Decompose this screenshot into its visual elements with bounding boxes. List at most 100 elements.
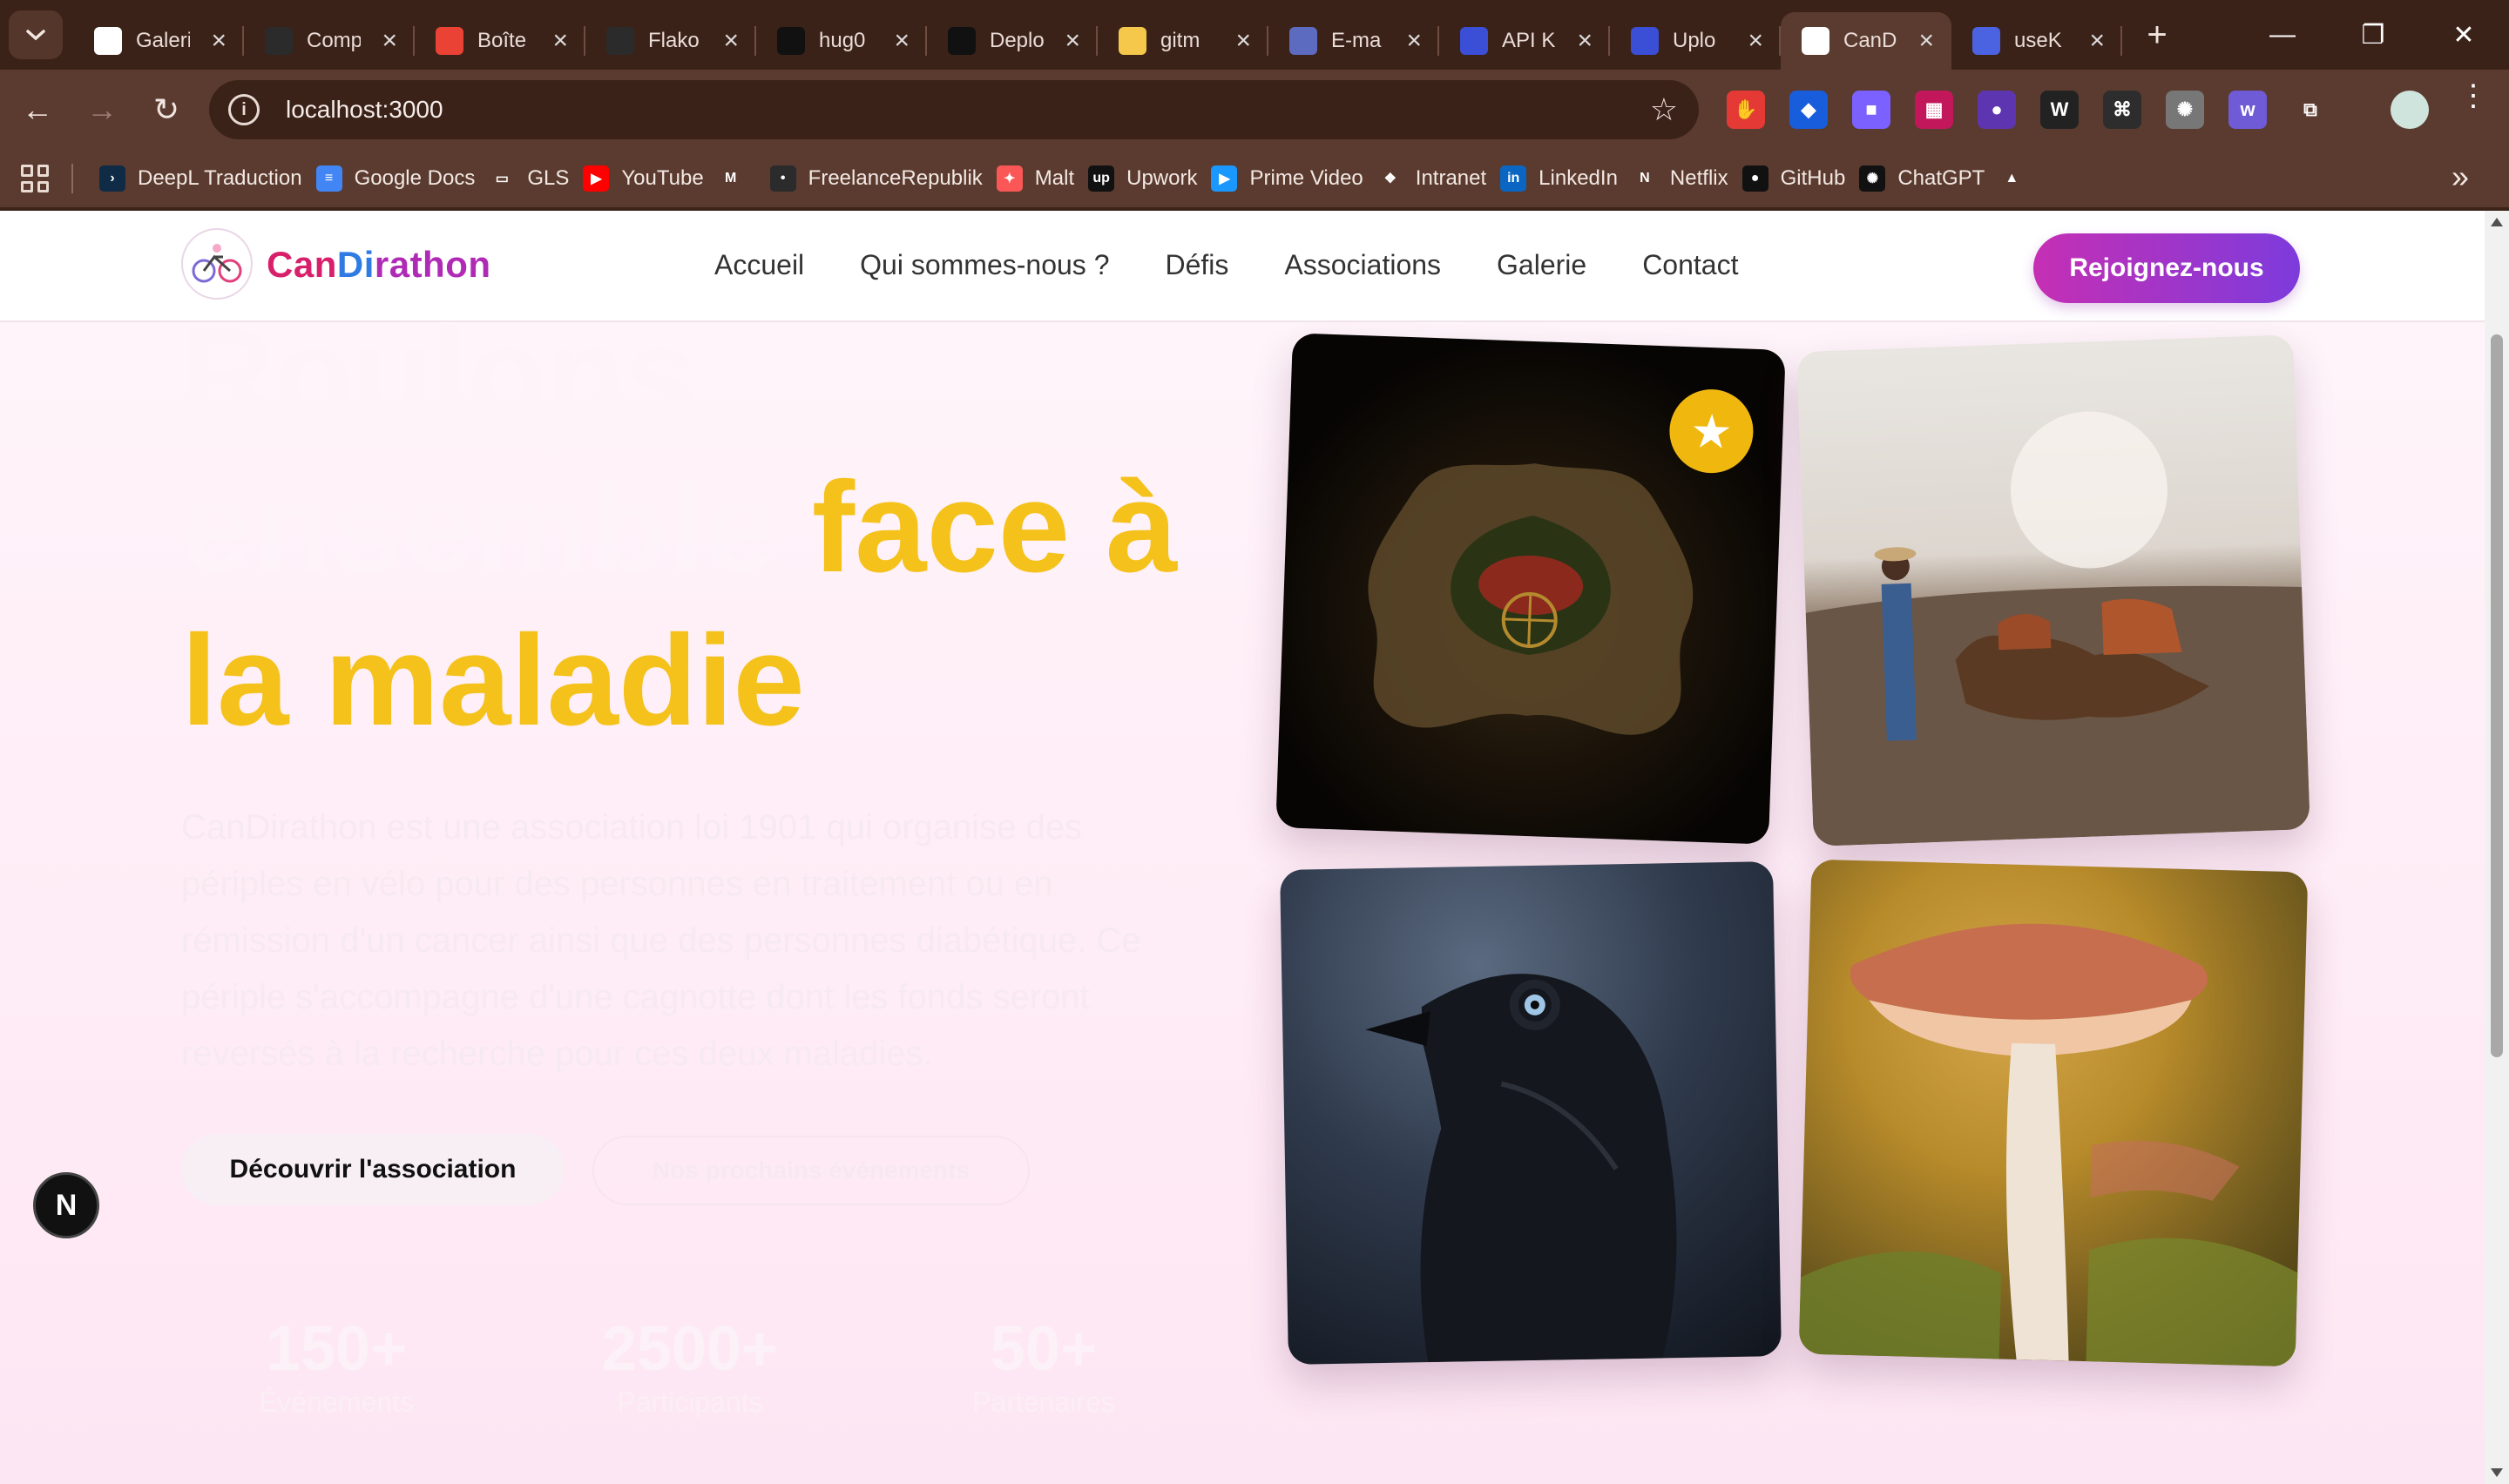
bookmark-primevideo[interactable]: ▶ Prime Video [1211, 165, 1363, 192]
address-bar[interactable]: i localhost:3000 ☆ [209, 80, 1699, 139]
tab-active[interactable]: CanD × [1781, 12, 1951, 70]
gradient-ext-icon[interactable]: ■ [1852, 91, 1890, 129]
brand-name[interactable]: CanDirathon [267, 244, 491, 286]
close-tab-icon[interactable]: × [1577, 28, 1593, 54]
nav-link[interactable]: Associations [1284, 249, 1441, 281]
tab[interactable]: Uplo × [1610, 12, 1781, 70]
candirathon-logo[interactable] [181, 228, 253, 300]
nav-link[interactable]: Contact [1642, 249, 1738, 281]
candirathon-logo [94, 27, 122, 55]
more-bookmarks-icon[interactable]: » [2452, 159, 2469, 195]
bookmark-intranet[interactable]: ❖ Intranet [1377, 165, 1487, 192]
tab[interactable]: Boîte × [415, 12, 585, 70]
url-text[interactable]: localhost:3000 [286, 96, 443, 124]
bookmarks-divider [71, 164, 73, 193]
back-button[interactable]: ← [10, 83, 64, 137]
tab[interactable]: Deplo × [927, 12, 1098, 70]
join-button[interactable]: Rejoignez-nous [2033, 233, 2300, 303]
tab[interactable]: hug0 × [756, 12, 927, 70]
nav-link[interactable]: Galerie [1497, 249, 1586, 281]
bookmark-docs[interactable]: ≡ Google Docs [315, 165, 475, 192]
abstract-symmetric-image[interactable]: ★ [1275, 333, 1786, 845]
close-tab-icon[interactable]: × [894, 28, 910, 54]
notifications-icon[interactable]: ● [1978, 91, 2016, 129]
bookmark-folder[interactable]: ▭ GLS [489, 165, 570, 192]
upwork-icon: up [1088, 165, 1115, 192]
tab-search-button[interactable] [9, 10, 63, 59]
nav-link[interactable]: Défis [1165, 249, 1228, 281]
close-tab-icon[interactable]: × [723, 28, 739, 54]
w-ext-icon[interactable]: W [2040, 91, 2079, 129]
nextjs-dev-indicator[interactable]: N [33, 1172, 99, 1238]
bookmark-label: Prime Video [1249, 166, 1363, 190]
close-tab-icon[interactable]: × [1406, 28, 1422, 54]
close-tab-icon[interactable]: × [382, 28, 397, 54]
f-logo [606, 27, 634, 55]
hero-description: CanDirathon est une association loi 1901… [181, 808, 1141, 1073]
back-arrow-icon: ← [22, 91, 53, 127]
tab-title: Uplo [1673, 29, 1716, 52]
trello-icon [1289, 27, 1317, 55]
close-tab-icon[interactable]: × [1235, 28, 1251, 54]
extensions-puzzle-icon[interactable]: ⧉ [2291, 91, 2330, 129]
page-scrollbar[interactable] [2485, 211, 2509, 1484]
colorpicker-icon[interactable]: ▦ [1915, 91, 1953, 129]
site-info-icon[interactable]: i [228, 94, 260, 125]
wappalyzer-icon[interactable]: w [2228, 91, 2267, 129]
close-tab-icon[interactable]: × [1065, 28, 1080, 54]
apps-grid-icon[interactable] [21, 165, 49, 192]
close-tab-icon[interactable]: × [211, 28, 227, 54]
close-window-button[interactable]: ✕ [2418, 0, 2509, 70]
tab[interactable]: Galerie × [73, 12, 244, 70]
bookmark-drive[interactable]: ▲ [1998, 165, 2037, 192]
stat-events: 150+ Événements [206, 1315, 467, 1419]
tab[interactable]: Flako × [585, 12, 756, 70]
tab[interactable]: Comp × [244, 12, 415, 70]
new-tab-button[interactable]: + [2138, 16, 2176, 55]
mushroom-image[interactable] [1798, 859, 2309, 1367]
bookmark-chatgpt[interactable]: ✺ ChatGPT [1859, 165, 1985, 192]
bookmark-linkedin[interactable]: in LinkedIn [1500, 165, 1618, 192]
close-tab-icon[interactable]: × [1748, 28, 1763, 54]
restore-button[interactable]: ❐ [2328, 0, 2418, 70]
upcoming-events-button[interactable]: Nos prochains événements [592, 1136, 1030, 1205]
scrollbar-thumb[interactable] [2491, 334, 2503, 1057]
tab-title: API K [1502, 29, 1556, 52]
bitwarden-icon[interactable]: ◆ [1789, 91, 1828, 129]
nav-link[interactable]: Qui sommes-nous ? [860, 249, 1109, 281]
stat-label: Participants [617, 1386, 763, 1418]
openai-ext-icon[interactable]: ✺ [2166, 91, 2204, 129]
bookmark-gmail[interactable]: M [718, 165, 756, 192]
jackdaw-bird-image[interactable] [1280, 861, 1782, 1365]
adblock-icon[interactable]: ✋ [1727, 91, 1765, 129]
tab[interactable]: API K × [1439, 12, 1610, 70]
browser-menu-icon[interactable]: ⋮ [2458, 81, 2488, 111]
profile-avatar[interactable] [2391, 91, 2429, 129]
bookmark-deepl[interactable]: › DeepL Traduction [99, 165, 302, 192]
close-tab-icon[interactable]: × [2089, 28, 2105, 54]
command-icon[interactable]: ⌘ [2103, 91, 2141, 129]
desert-camels-image[interactable] [1796, 334, 2310, 847]
forward-button[interactable]: → [75, 83, 129, 137]
scroll-up-arrow[interactable] [2491, 218, 2503, 226]
bookmark-upwork[interactable]: up Upwork [1088, 165, 1197, 192]
reload-button[interactable]: ↻ [139, 83, 193, 137]
bookmark-malt[interactable]: ✦ Malt [996, 165, 1074, 192]
bookmark-youtube[interactable]: ▶ YouTube [583, 165, 704, 192]
candirathon-logo [1802, 27, 1829, 55]
discover-association-button[interactable]: Découvrir l'association [181, 1134, 565, 1205]
minimize-button[interactable]: — [2237, 0, 2328, 70]
close-tab-icon[interactable]: × [552, 28, 568, 54]
bookmark-netflix[interactable]: N Netflix [1632, 165, 1728, 192]
close-tab-icon[interactable]: × [1918, 28, 1934, 54]
tab-title: Comp [307, 29, 361, 52]
tab[interactable]: useK × [1951, 12, 2122, 70]
tab[interactable]: E-ma × [1268, 12, 1439, 70]
bookmark-freelancerepublik[interactable]: • FreelanceRepublik [769, 165, 983, 192]
bookmark-github[interactable]: ● GitHub [1741, 165, 1845, 192]
tab[interactable]: gitm × [1098, 12, 1268, 70]
nav-link[interactable]: Accueil [714, 249, 804, 281]
bookmark-label: Netflix [1669, 166, 1728, 190]
scroll-down-arrow[interactable] [2491, 1468, 2503, 1477]
bookmark-star-icon[interactable]: ☆ [1650, 91, 1678, 128]
